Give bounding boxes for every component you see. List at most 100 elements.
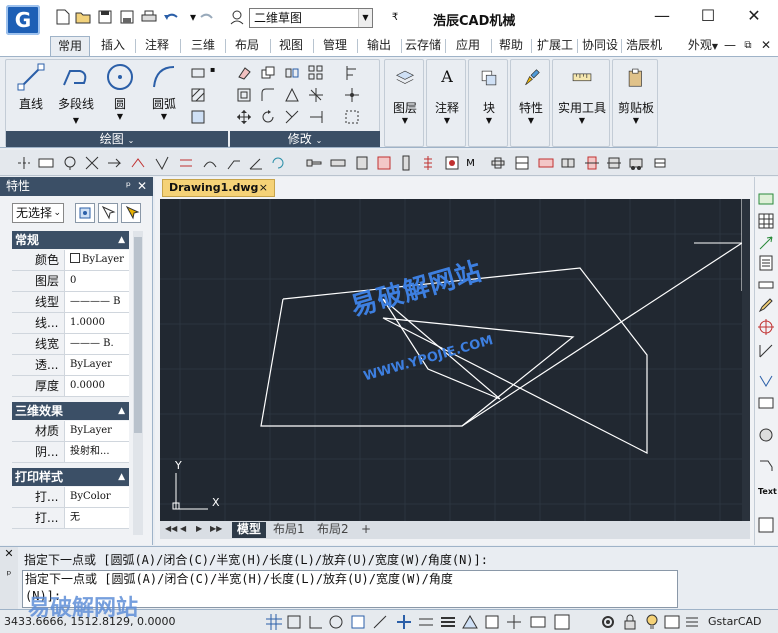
properties-scrollbar[interactable]	[133, 231, 143, 535]
undo-icon[interactable]	[162, 8, 180, 26]
prop-row-transparency[interactable]: 透... ByLayer	[12, 355, 129, 376]
properties-button[interactable]: 特性 ▼	[512, 67, 550, 125]
ribbon-close-icon[interactable]: ✕	[758, 36, 774, 56]
bolt-icon[interactable]	[306, 155, 322, 171]
select-objects-button[interactable]	[98, 203, 118, 223]
tab-layout[interactable]: 布局	[230, 36, 264, 56]
misc-tool-icon[interactable]	[758, 517, 776, 535]
viewport-icon[interactable]	[554, 614, 570, 630]
dynamic-ucs-icon[interactable]	[396, 614, 412, 630]
prev-layout-icon[interactable]: ◀	[180, 524, 186, 533]
erase-icon[interactable]	[236, 65, 252, 81]
corner-icon[interactable]	[758, 457, 776, 475]
chevron-down-icon[interactable]: ▪	[210, 65, 226, 81]
pin-icon[interactable]	[398, 155, 414, 171]
section-print-style[interactable]: 打印样式 ▲	[12, 468, 129, 486]
rotate-icon[interactable]	[260, 109, 276, 125]
ribbon-minimize-icon[interactable]: —	[722, 36, 738, 56]
lineweight-icon[interactable]	[440, 614, 456, 630]
prop-row-material[interactable]: 材质 ByLayer	[12, 421, 129, 442]
gear-icon[interactable]	[514, 155, 530, 171]
last-layout-icon[interactable]: ▶▶	[210, 524, 222, 533]
ortho-icon[interactable]	[308, 614, 324, 630]
grid-icon[interactable]	[758, 213, 776, 231]
tab-annotate[interactable]: 注释	[140, 36, 174, 56]
washer-icon[interactable]	[376, 155, 392, 171]
drawing-canvas[interactable]: Y X	[160, 199, 750, 521]
clipboard-button[interactable]: 剪贴板 ▼	[614, 67, 658, 125]
mirror-icon[interactable]	[284, 65, 300, 81]
dynamic-input-icon[interactable]	[418, 614, 434, 630]
datum-icon[interactable]	[202, 155, 218, 171]
save-as-icon[interactable]	[118, 8, 136, 26]
refresh-icon[interactable]	[270, 155, 286, 171]
layout-tab-2[interactable]: 布局2	[312, 522, 354, 538]
list-icon[interactable]	[758, 255, 776, 273]
section-general[interactable]: 常规 ▲	[12, 231, 129, 249]
selection-cycling-icon[interactable]	[484, 614, 500, 630]
taper-icon[interactable]	[758, 373, 776, 391]
balloon-icon[interactable]	[62, 155, 78, 171]
key-icon[interactable]	[538, 155, 554, 171]
osnap-icon[interactable]	[350, 614, 366, 630]
selection-select[interactable]: 无选择 ⌄	[12, 203, 64, 223]
extend-icon[interactable]	[308, 109, 324, 125]
quick-select-button[interactable]	[121, 203, 141, 223]
next-layout-icon[interactable]: ▶	[196, 524, 202, 533]
prop-row-lineweight[interactable]: 线宽 ——— B.	[12, 334, 129, 355]
canvas-scrollbar[interactable]	[742, 199, 750, 521]
section-3d-effects[interactable]: 三维效果 ▲	[12, 402, 129, 420]
appearance-menu[interactable]: 外观▼	[682, 36, 724, 56]
bulb-icon[interactable]	[644, 614, 660, 630]
tab-manage[interactable]: 管理	[318, 36, 352, 56]
angle-icon[interactable]	[248, 155, 264, 171]
tab-gstar-mechanical[interactable]: 浩辰机械	[623, 36, 665, 56]
draw-panel-title[interactable]: 绘图 ⌄	[6, 131, 228, 147]
transparency-icon[interactable]	[462, 614, 478, 630]
screw-icon[interactable]	[330, 155, 346, 171]
close-icon[interactable]: ✕	[137, 177, 147, 196]
redo-icon[interactable]	[198, 8, 216, 26]
app-logo[interactable]: G	[6, 5, 40, 35]
hub-icon[interactable]	[606, 155, 622, 171]
measure-icon[interactable]	[758, 277, 776, 295]
close-icon[interactable]: ✕	[0, 547, 18, 560]
polar-icon[interactable]	[328, 614, 344, 630]
layer-button[interactable]: 图层 ▼	[386, 67, 424, 125]
document-tab[interactable]: Drawing1.dwg ×	[162, 179, 275, 197]
utilities-button[interactable]: 实用工具 ▼	[554, 67, 610, 125]
prop-row-plot-table[interactable]: 打... 无	[12, 508, 129, 529]
axis-icon[interactable]	[758, 235, 776, 253]
prop-row-linetype-scale[interactable]: 线... 1.0000	[12, 313, 129, 334]
prop-row-shadow[interactable]: 阴... 投射和...	[12, 442, 129, 463]
grid-display-icon[interactable]	[266, 614, 282, 630]
block-button[interactable]: 块 ▼	[470, 67, 508, 125]
chain-icon[interactable]	[628, 155, 644, 171]
minimize-button[interactable]: —	[652, 6, 672, 26]
settings-gear-icon[interactable]	[600, 614, 616, 630]
ribbon-restore-icon[interactable]: ⧉	[740, 36, 756, 56]
flange-icon[interactable]	[584, 155, 600, 171]
scale-icon[interactable]	[284, 87, 300, 103]
leader-icon[interactable]	[226, 155, 242, 171]
add-layout-button[interactable]: +	[356, 522, 376, 538]
tab-insert[interactable]: 插入	[96, 36, 130, 56]
chevron-down-icon[interactable]: ▼	[358, 9, 372, 27]
pin-icon[interactable]: ᵖ	[0, 568, 18, 581]
workspace-icon[interactable]	[228, 8, 246, 26]
section-symbol-icon[interactable]	[84, 155, 100, 171]
explode-icon[interactable]	[308, 87, 324, 103]
text-icon[interactable]: Text	[758, 487, 777, 505]
save-icon[interactable]	[96, 8, 114, 26]
close-icon[interactable]: ×	[259, 180, 268, 196]
layout-tab-1[interactable]: 布局1	[268, 522, 310, 538]
tab-home[interactable]: 常用	[50, 36, 90, 56]
region-icon[interactable]	[190, 109, 206, 125]
drawn-line[interactable]	[461, 242, 743, 427]
open-folder-icon[interactable]	[74, 8, 92, 26]
drawn-polyline[interactable]	[260, 267, 648, 454]
surface-finish-icon[interactable]	[154, 155, 170, 171]
prop-row-layer[interactable]: 图层 0	[12, 271, 129, 292]
customize-quick-access-icon[interactable]: ₹	[386, 8, 404, 26]
workspace-select[interactable]: 二维草图 ▼	[249, 8, 373, 28]
